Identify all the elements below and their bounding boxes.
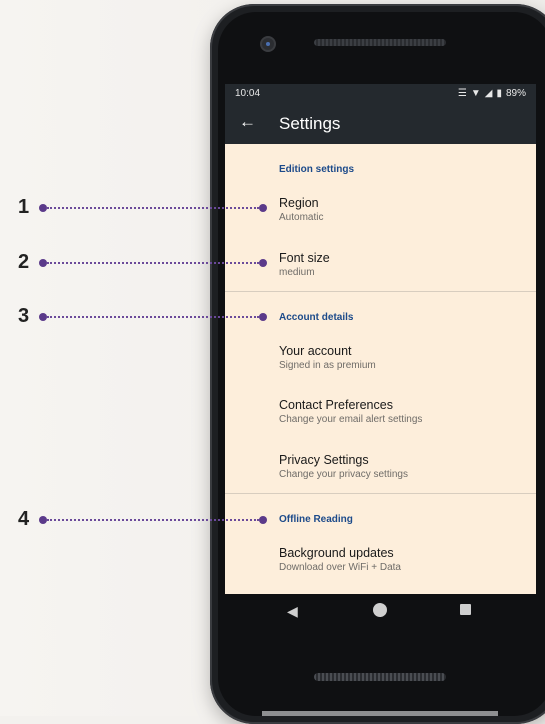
status-icons: ☰ ▼ ◢ ▮ 89% <box>458 88 526 99</box>
callout-dot <box>259 259 267 267</box>
callout-dot <box>259 516 267 524</box>
font-size-title: Font size <box>279 251 330 265</box>
callout-dot <box>39 259 47 267</box>
background-updates-title: Background updates <box>279 546 394 560</box>
callout-number-1: 1 <box>18 196 30 218</box>
status-time: 10:04 <box>235 88 261 99</box>
callout-line <box>47 262 259 264</box>
your-account-subtitle: Signed in as premium <box>279 360 376 371</box>
callout-dot <box>259 204 267 212</box>
background-updates-subtitle: Download over WiFi + Data <box>279 562 401 573</box>
phone-screen: 10:04 ☰ ▼ ◢ ▮ 89% ← Settings Edition set… <box>225 84 536 594</box>
vibrate-icon: ☰ <box>457 88 467 99</box>
wifi-icon: ▼ <box>470 88 481 99</box>
contact-subtitle: Change your email alert settings <box>279 414 423 425</box>
page-title: Settings <box>279 114 341 133</box>
nav-recents-icon[interactable] <box>460 604 471 615</box>
font-size-subtitle: medium <box>279 267 315 278</box>
bottom-speaker <box>314 673 446 681</box>
callout-dot <box>259 313 267 321</box>
battery-level: 89% <box>505 88 526 99</box>
signal-icon: ◢ <box>484 88 493 99</box>
divider <box>225 291 536 292</box>
section-edition-settings: Edition settings <box>279 164 354 175</box>
nav-home-icon[interactable] <box>373 603 387 617</box>
region-subtitle: Automatic <box>279 212 324 223</box>
contact-title: Contact Preferences <box>279 398 393 412</box>
callout-number-4: 4 <box>18 508 30 530</box>
your-account-title: Your account <box>279 344 352 358</box>
callout-number-3: 3 <box>18 305 30 327</box>
privacy-subtitle: Change your privacy settings <box>279 469 408 480</box>
divider <box>225 493 536 494</box>
privacy-title: Privacy Settings <box>279 453 369 467</box>
callout-number-2: 2 <box>18 251 30 273</box>
navigation-bar: ◀ <box>225 594 536 628</box>
section-offline-reading: Offline Reading <box>279 514 353 525</box>
front-camera-icon <box>262 38 274 50</box>
callout-line <box>47 207 259 209</box>
app-bar: ← Settings <box>225 104 536 144</box>
callout-dot <box>39 313 47 321</box>
callout-dot <box>39 516 47 524</box>
callout-dot <box>39 204 47 212</box>
callout-line <box>47 519 259 521</box>
battery-icon: ▮ <box>496 88 502 99</box>
region-title: Region <box>279 196 319 210</box>
back-arrow-icon[interactable]: ← <box>239 112 256 132</box>
callout-line <box>47 316 259 318</box>
earpiece-speaker <box>314 39 446 46</box>
phone-bottom-edge <box>262 711 498 716</box>
section-account-details: Account details <box>279 312 354 323</box>
status-bar: 10:04 ☰ ▼ ◢ ▮ 89% <box>225 84 536 104</box>
nav-back-icon[interactable]: ◀ <box>287 603 298 620</box>
